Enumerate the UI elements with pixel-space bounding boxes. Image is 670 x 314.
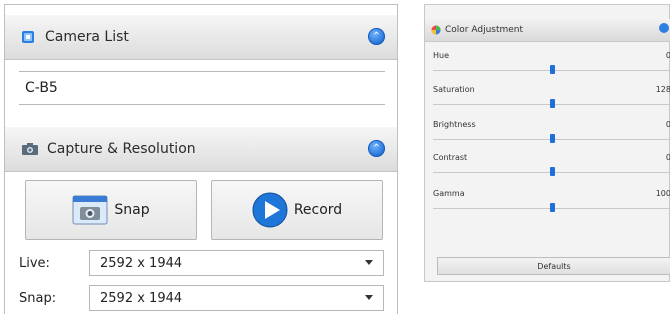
snap-resolution-value: 2592 x 1944: [100, 290, 183, 306]
saturation-row: Saturation 128: [433, 85, 670, 119]
contrast-row: Contrast 0: [433, 153, 670, 187]
live-resolution-value: 2592 x 1944: [100, 255, 183, 271]
brightness-label: Brightness: [433, 120, 476, 129]
saturation-value: 128: [655, 85, 670, 94]
camera-list-title: Camera List: [45, 29, 129, 45]
hue-slider-thumb[interactable]: [549, 65, 555, 74]
camera-list-icon: [21, 29, 37, 45]
capture-resolution-header[interactable]: Capture & Resolution ⌃: [5, 127, 397, 172]
live-resolution-select[interactable]: 2592 x 1944: [89, 250, 384, 276]
camera-name: C-B5: [25, 80, 58, 96]
color-adjustment-title: Color Adjustment: [445, 25, 524, 35]
chevron-up-icon[interactable]: [659, 23, 669, 33]
brightness-row: Brightness 0: [433, 120, 670, 154]
capture-resolution-title: Capture & Resolution: [47, 141, 196, 157]
brightness-value: 0: [665, 120, 670, 129]
camera-list-item[interactable]: C-B5: [19, 71, 385, 105]
gamma-slider-thumb[interactable]: [549, 203, 555, 212]
record-label: Record: [293, 202, 343, 218]
defaults-label: Defaults: [537, 261, 571, 271]
contrast-value: 0: [665, 153, 670, 162]
gamma-label: Gamma: [433, 189, 465, 198]
record-button[interactable]: Record: [211, 180, 383, 240]
camera-control-panel: Camera List ⌃ C-B5 Capture & Resolution …: [4, 4, 398, 314]
color-wheel-icon: [431, 25, 441, 35]
hue-row: Hue 0: [433, 51, 670, 85]
live-label: Live:: [19, 255, 50, 271]
snap-resolution-select[interactable]: 2592 x 1944: [89, 285, 384, 311]
snap-button[interactable]: Snap: [25, 180, 197, 240]
color-adjustment-panel: Color Adjustment Hue 0 Saturation 128 Br…: [424, 4, 670, 282]
chevron-up-icon[interactable]: ⌃: [368, 28, 385, 45]
color-adjustment-header[interactable]: Color Adjustment: [425, 19, 670, 42]
gamma-row: Gamma 100: [433, 189, 670, 223]
chevron-up-icon[interactable]: ⌃: [368, 140, 385, 157]
saturation-slider-thumb[interactable]: [549, 99, 555, 108]
saturation-label: Saturation: [433, 85, 475, 94]
hue-label: Hue: [433, 51, 450, 60]
contrast-label: Contrast: [433, 153, 468, 162]
dropdown-arrow-icon: [365, 295, 373, 300]
gamma-value: 100: [655, 189, 670, 198]
camera-list-header[interactable]: Camera List ⌃: [5, 15, 397, 60]
dropdown-arrow-icon: [365, 260, 373, 265]
snap-resolution-row: Snap: 2592 x 1944: [19, 285, 384, 311]
camera-icon: [21, 142, 39, 156]
snap-label: Snap: [114, 202, 150, 218]
brightness-slider-thumb[interactable]: [549, 134, 555, 143]
live-resolution-row: Live: 2592 x 1944: [19, 250, 384, 276]
contrast-slider-thumb[interactable]: [549, 167, 555, 176]
snap-res-label: Snap:: [19, 290, 57, 306]
snapshot-icon: [72, 195, 108, 225]
play-icon: [252, 192, 288, 228]
hue-value: 0: [665, 51, 670, 60]
defaults-button[interactable]: Defaults: [437, 257, 670, 275]
